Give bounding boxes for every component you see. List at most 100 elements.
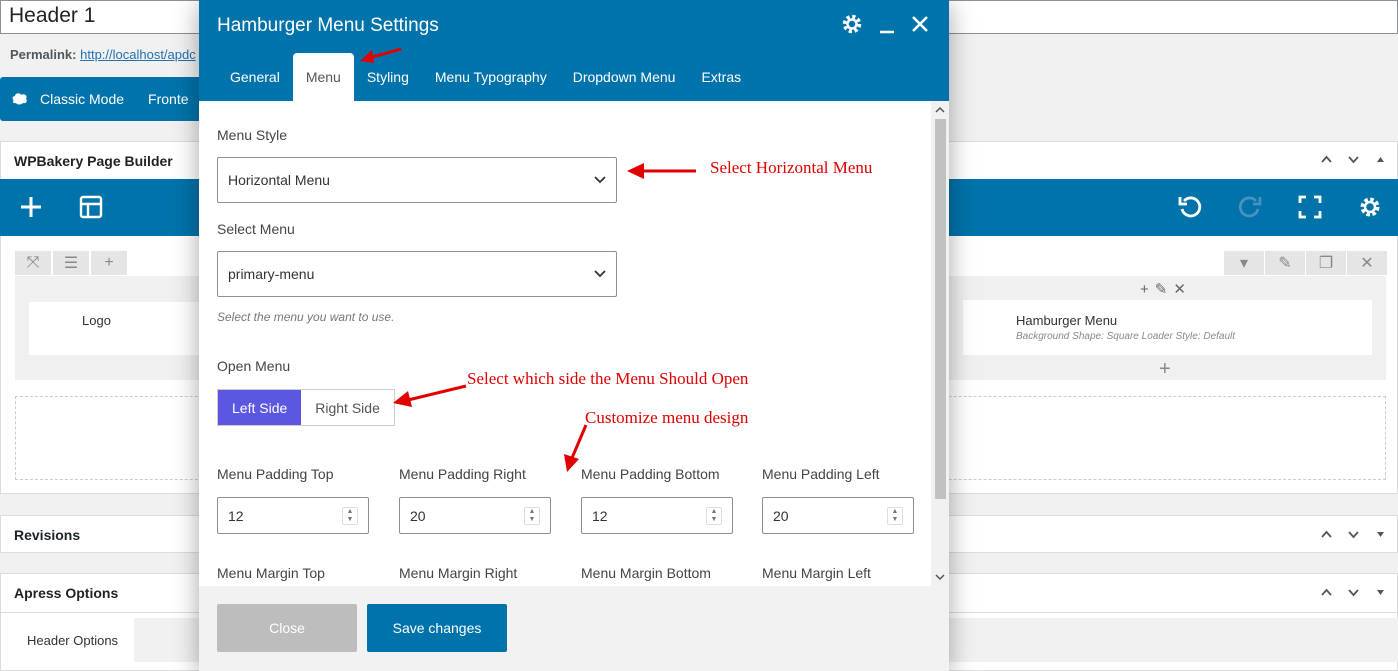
permalink-label: Permalink: bbox=[10, 47, 77, 62]
close-button[interactable]: Close bbox=[217, 604, 357, 652]
select-menu-hint: Select the menu you want to use. bbox=[217, 310, 395, 324]
modal-title: Hamburger Menu Settings bbox=[217, 15, 439, 36]
padding-left-value: 20 bbox=[773, 507, 789, 524]
classic-mode-button[interactable]: Classic Mode bbox=[40, 91, 124, 107]
scroll-thumb[interactable] bbox=[935, 119, 946, 499]
chevron-down-icon bbox=[594, 176, 606, 184]
move-down-icon[interactable] bbox=[1347, 586, 1360, 599]
logo-element[interactable]: Logo bbox=[29, 302, 204, 355]
modal-scrollbar[interactable] bbox=[931, 101, 949, 586]
move-up-icon[interactable] bbox=[1320, 528, 1333, 541]
side-pointer-arrow-icon bbox=[393, 384, 467, 407]
padding-right-value: 20 bbox=[410, 507, 426, 524]
modal-tabs: General Menu Styling Menu Typography Dro… bbox=[217, 53, 754, 101]
margin-left-label: Menu Margin Left bbox=[762, 565, 871, 581]
logo-element-label: Logo bbox=[82, 313, 111, 328]
tab-general[interactable]: General bbox=[217, 53, 293, 101]
wpbakery-box-controls bbox=[1320, 153, 1387, 166]
open-right-side-option[interactable]: Right Side bbox=[301, 390, 394, 425]
padding-bottom-value: 12 bbox=[592, 507, 608, 524]
select-menu-value: primary-menu bbox=[228, 266, 315, 282]
minimize-icon[interactable] bbox=[879, 13, 895, 35]
row-move-icon[interactable]: ⤧ bbox=[15, 251, 51, 275]
padding-left-label: Menu Padding Left bbox=[762, 466, 880, 482]
hamburger-menu-element[interactable]: Hamburger Menu Background Shape: Square … bbox=[963, 300, 1372, 355]
close-icon[interactable] bbox=[911, 13, 929, 35]
row-clone-icon[interactable]: ❐ bbox=[1306, 251, 1346, 275]
hamburger-element-title: Hamburger Menu bbox=[1016, 313, 1118, 328]
hamburger-element-meta: Background Shape: Square Loader Style: D… bbox=[1016, 331, 1236, 342]
padding-bottom-input[interactable]: 12 ▲ ▼ bbox=[581, 497, 733, 534]
modal-footer: Close Save changes bbox=[199, 586, 949, 671]
undo-icon[interactable] bbox=[1176, 193, 1204, 221]
redo-icon[interactable] bbox=[1236, 193, 1264, 221]
menu-style-select[interactable]: Horizontal Menu bbox=[217, 157, 617, 203]
frontend-editor-button[interactable]: Fronte bbox=[148, 91, 188, 107]
open-menu-toggle: Left Side Right Side bbox=[217, 389, 395, 426]
row-add-column-icon[interactable]: + bbox=[91, 251, 127, 275]
permalink-link[interactable]: http://localhost/apdc bbox=[80, 47, 196, 62]
add-element-below-icon[interactable]: + bbox=[1159, 358, 1171, 381]
hamburger-settings-modal: Hamburger Menu Settings General Menu Sty… bbox=[199, 0, 949, 671]
wpbakery-logo-icon bbox=[0, 77, 40, 121]
number-stepper-icon[interactable]: ▲ ▼ bbox=[524, 506, 540, 525]
toggle-panel-icon[interactable] bbox=[1374, 586, 1387, 599]
tab-pointer-arrow-icon bbox=[360, 47, 402, 63]
annotation-design: Customize menu design bbox=[585, 408, 749, 427]
modal-settings-gear-icon[interactable] bbox=[841, 13, 863, 35]
settings-gear-icon[interactable] bbox=[1356, 193, 1384, 221]
tab-menu[interactable]: Menu bbox=[292, 53, 354, 101]
scroll-up-icon[interactable] bbox=[931, 103, 949, 117]
tab-dropdown-menu[interactable]: Dropdown Menu bbox=[560, 53, 689, 101]
number-stepper-icon[interactable]: ▲ ▼ bbox=[342, 506, 358, 525]
padding-top-label: Menu Padding Top bbox=[217, 466, 334, 482]
style-pointer-arrow-icon bbox=[627, 163, 696, 179]
chevron-down-icon bbox=[594, 270, 606, 278]
move-down-icon[interactable] bbox=[1347, 153, 1360, 166]
number-stepper-icon[interactable]: ▲ ▼ bbox=[706, 506, 722, 525]
save-changes-button[interactable]: Save changes bbox=[367, 604, 507, 652]
modal-header: Hamburger Menu Settings General Menu Sty… bbox=[199, 0, 949, 101]
select-menu-label: Select Menu bbox=[217, 221, 295, 237]
menu-style-value: Horizontal Menu bbox=[228, 172, 330, 188]
open-menu-label: Open Menu bbox=[217, 358, 291, 374]
padding-right-input[interactable]: 20 ▲ ▼ bbox=[399, 497, 551, 534]
apress-tab-header-options[interactable]: Header Options bbox=[27, 633, 118, 648]
padding-left-input[interactable]: 20 ▲ ▼ bbox=[762, 497, 914, 534]
select-menu-select[interactable]: primary-menu bbox=[217, 251, 617, 297]
menu-style-label: Menu Style bbox=[217, 127, 288, 143]
padding-top-input[interactable]: 12 ▲ ▼ bbox=[217, 497, 369, 534]
toggle-panel-icon[interactable] bbox=[1374, 153, 1387, 166]
templates-icon[interactable] bbox=[77, 193, 105, 221]
margin-right-label: Menu Margin Right bbox=[399, 565, 518, 581]
move-down-icon[interactable] bbox=[1347, 528, 1360, 541]
move-up-icon[interactable] bbox=[1320, 153, 1333, 166]
open-left-side-option[interactable]: Left Side bbox=[218, 390, 302, 425]
annotation-side: Select which side the Menu Should Open bbox=[467, 369, 749, 388]
apress-box-controls bbox=[1320, 586, 1387, 599]
fullscreen-icon[interactable] bbox=[1296, 193, 1324, 221]
tab-menu-typography[interactable]: Menu Typography bbox=[422, 53, 560, 101]
padding-right-label: Menu Padding Right bbox=[399, 466, 526, 482]
revisions-box-controls bbox=[1320, 528, 1387, 541]
row-delete-icon[interactable]: ✕ bbox=[1347, 251, 1387, 275]
revisions-title: Revisions bbox=[14, 527, 81, 543]
margin-top-label: Menu Margin Top bbox=[217, 565, 325, 581]
element-controls[interactable]: +✎✕ bbox=[1140, 280, 1192, 298]
permalink: Permalink: http://localhost/apdc bbox=[10, 47, 196, 62]
row-layout-icon[interactable]: ☰ bbox=[53, 251, 89, 275]
padding-top-value: 12 bbox=[228, 507, 244, 524]
annotation-horizontal: Select Horizontal Menu bbox=[710, 158, 873, 177]
number-stepper-icon[interactable]: ▲ ▼ bbox=[887, 506, 903, 525]
add-element-icon[interactable] bbox=[17, 193, 45, 221]
move-up-icon[interactable] bbox=[1320, 586, 1333, 599]
apress-title: Apress Options bbox=[14, 585, 119, 601]
scroll-down-icon[interactable] bbox=[931, 570, 949, 584]
design-pointer-arrow-icon bbox=[564, 424, 588, 472]
row-edit-icon[interactable]: ✎ bbox=[1265, 251, 1305, 275]
modal-header-controls bbox=[841, 13, 929, 35]
row-toggle-icon[interactable]: ▾ bbox=[1224, 251, 1264, 275]
toggle-panel-icon[interactable] bbox=[1374, 528, 1387, 541]
tab-extras[interactable]: Extras bbox=[688, 53, 754, 101]
padding-bottom-label: Menu Padding Bottom bbox=[581, 466, 720, 482]
